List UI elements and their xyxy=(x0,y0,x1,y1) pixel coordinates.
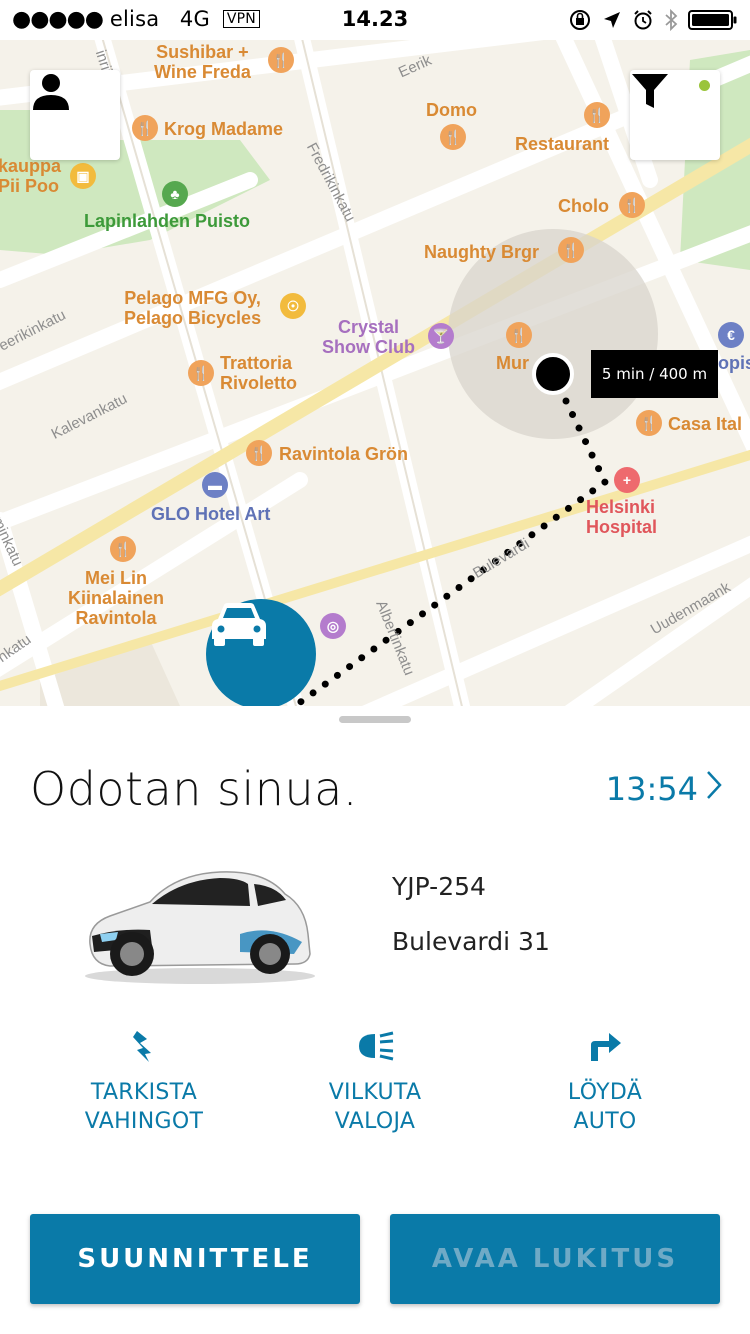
restaurant-icon[interactable]: 🍴 xyxy=(558,237,584,263)
eta-time: 13:54 xyxy=(605,770,698,808)
location-arrow-icon xyxy=(602,10,622,34)
poi-label: Crystal Show Club xyxy=(322,317,415,357)
poi-label: opis xyxy=(718,353,750,373)
restaurant-icon[interactable]: 🍴 xyxy=(188,360,214,386)
reservation-title: Odotan sinua. xyxy=(30,762,358,816)
poi-label: Krog Madame xyxy=(164,119,284,139)
profile-button[interactable] xyxy=(30,70,120,160)
poi-label: Trattoria Rivoletto xyxy=(220,353,298,393)
rotation-lock-icon xyxy=(568,8,592,36)
action-label: VILKUTA VALOJA xyxy=(328,1080,422,1134)
poi-label: Naughty Brgr xyxy=(424,242,540,262)
sheet-drag-handle[interactable] xyxy=(339,716,411,723)
restaurant-icon[interactable]: 🍴 xyxy=(268,47,294,73)
battery-icon xyxy=(688,9,738,35)
poi-label: Restaurant xyxy=(515,134,610,154)
poi-label: kauppa Pii Poo xyxy=(0,156,62,196)
status-icons xyxy=(568,8,738,36)
status-bar: ●●●●● elisa 4G VPN 14.23 xyxy=(0,0,750,40)
poi-label: Sushibar + Wine Freda xyxy=(154,42,251,82)
car-address: Bulevardi 31 xyxy=(392,927,550,956)
poi-label: Mei Lin Kiinalainen Ravintola xyxy=(68,568,165,628)
poi-label: GLO Hotel Art xyxy=(151,504,271,524)
poi-label: Cholo xyxy=(558,196,609,216)
alarm-icon xyxy=(632,9,654,35)
poi-label: Ravintola Grön xyxy=(279,444,409,464)
restaurant-icon[interactable]: 🍴 xyxy=(619,192,645,218)
restaurant-icon[interactable]: 🍴 xyxy=(584,102,610,128)
restaurant-icon[interactable]: 🍴 xyxy=(636,410,662,436)
turn-arrow-icon xyxy=(505,1026,705,1066)
plan-button[interactable]: SUUNNITTELE xyxy=(30,1214,360,1304)
filter-button[interactable] xyxy=(630,70,720,160)
tree-icon[interactable]: ♣ xyxy=(162,181,188,207)
poi-label: Helsinki Hospital xyxy=(586,497,658,537)
eta-link[interactable]: 13:54 xyxy=(606,770,722,808)
shopping-bag-icon[interactable]: ▣ xyxy=(70,163,96,189)
restaurant-icon[interactable]: 🍴 xyxy=(246,440,272,466)
unlock-button[interactable]: AVAA LUKITUS xyxy=(390,1214,720,1304)
action-label: TARKISTA VAHINGOT xyxy=(84,1080,204,1134)
check-damage-button[interactable]: TARKISTA VAHINGOT xyxy=(44,1026,244,1136)
bicycle-icon[interactable]: ☉ xyxy=(280,293,306,319)
restaurant-icon[interactable]: 🍴 xyxy=(110,536,136,562)
bluetooth-icon xyxy=(664,8,678,36)
car-image xyxy=(80,854,320,986)
poi-label: Casa Ital xyxy=(668,414,743,434)
flash-lights-button[interactable]: VILKUTA VALOJA xyxy=(275,1026,475,1136)
poi-label: Domo xyxy=(426,100,477,120)
action-label: LÖYDÄ AUTO xyxy=(567,1080,643,1134)
poi-label: Mur xyxy=(496,353,529,373)
currency-exchange-icon[interactable]: € xyxy=(718,322,744,348)
restaurant-icon[interactable]: 🍴 xyxy=(506,322,532,348)
map-view[interactable]: Eerik Fredrikinkatu eerikinkatu Kalevank… xyxy=(0,40,750,706)
headlights-icon xyxy=(275,1026,475,1066)
filter-active-dot xyxy=(699,80,710,91)
chevron-right-icon xyxy=(706,770,722,808)
hotel-icon[interactable]: ▬ xyxy=(202,472,228,498)
cinema-icon[interactable]: ◎ xyxy=(320,613,346,639)
user-location-dot xyxy=(532,353,574,395)
restaurant-icon[interactable]: 🍴 xyxy=(440,124,466,150)
car-location-marker[interactable] xyxy=(206,599,316,706)
find-car-button[interactable]: LÖYDÄ AUTO xyxy=(505,1026,705,1136)
hospital-icon[interactable]: + xyxy=(614,467,640,493)
park-label: Lapinlahden Puisto xyxy=(84,211,251,231)
damage-icon xyxy=(44,1026,244,1066)
poi-label: Pelago MFG Oy, Pelago Bicycles xyxy=(124,288,262,328)
license-plate: YJP-254 xyxy=(392,872,486,901)
reservation-sheet: Odotan sinua. 13:54 YJP-254 Bulevardi 31… xyxy=(0,706,750,1334)
route-info-chip: 5 min / 400 m xyxy=(591,350,718,398)
cocktail-icon[interactable]: 🍸 xyxy=(428,323,454,349)
restaurant-icon[interactable]: 🍴 xyxy=(132,115,158,141)
